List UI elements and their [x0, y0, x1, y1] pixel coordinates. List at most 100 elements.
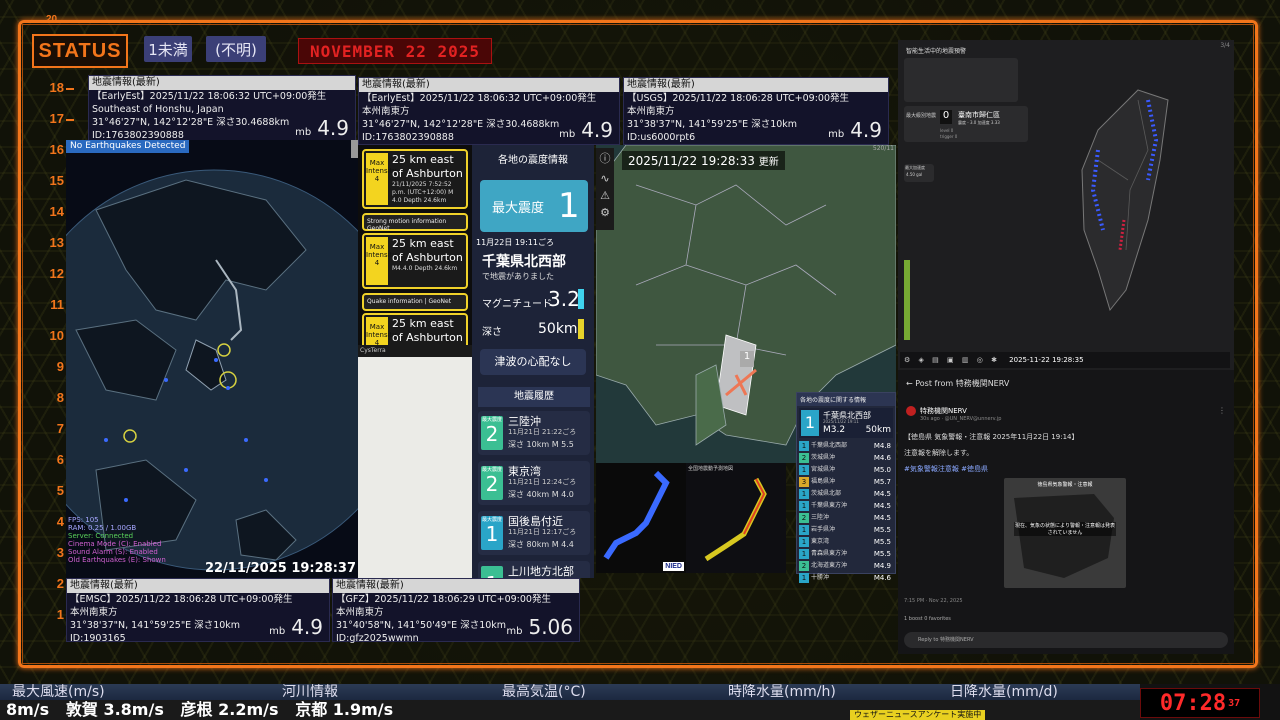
max-intensity-value: 1: [558, 186, 580, 226]
row-magnitude: M4.5: [873, 514, 891, 522]
level-label: 18: [49, 80, 64, 95]
scrollbar-handle[interactable]: [351, 140, 358, 158]
mb-label: mb: [506, 626, 523, 637]
row-intensity: 1: [799, 573, 809, 583]
row-magnitude: M4.9: [873, 562, 891, 570]
level-label: 13: [49, 235, 64, 250]
tw-city: 臺南市歸仁區: [958, 111, 1000, 119]
panel-rows: 1 千葉県北西部 M4.8 2 茨城県沖 M4.6 1 宮城県沖 M5.0 3 福島県沖 M5.7 1 茨…: [797, 440, 895, 584]
quake-meta: M4.4.0 Depth 24.6km: [392, 265, 458, 272]
eq-box-title: 地震情報(最新): [359, 78, 619, 92]
ticker-label: 時降水量(mm/h): [728, 684, 836, 700]
japan-mini-map: NIED: [596, 463, 686, 573]
globe-svg: [66, 169, 358, 571]
post-back[interactable]: ← Post from 特務機関NERV: [906, 378, 1009, 389]
history-intensity: 最大震度 2: [481, 466, 503, 500]
quake-card[interactable]: Max Intensity 4 25 km east of Ashburton M…: [362, 233, 468, 289]
fps-stat: FPS: 105: [68, 516, 99, 524]
row-intensity: 3: [799, 477, 809, 487]
hazard-map: 全国地震動予測地図: [686, 463, 786, 573]
level-label: 3: [56, 545, 64, 560]
post-author[interactable]: 特務機関NERV: [920, 406, 967, 416]
layers-icon[interactable]: ▤: [932, 356, 939, 364]
more-icon[interactable]: ⋮: [1218, 406, 1226, 415]
level-label: 9: [56, 359, 64, 374]
tw-pga-card: 最大加速度 4.50 gal: [904, 164, 934, 182]
eq-magnitude: mb 4.9: [269, 615, 323, 639]
post-tags[interactable]: #気象警報注意報 #徳島県: [904, 464, 988, 474]
level-tick: [66, 119, 74, 121]
card-header: Quake information | GeoNet: [362, 293, 468, 311]
locate-icon[interactable]: ◈: [919, 356, 924, 364]
globe-view[interactable]: No Earthquakes Detected FPS: 105 RAM: 0.…: [66, 140, 358, 578]
quake-card[interactable]: Max Intensity 4 25 km east of Ashburton: [362, 313, 468, 345]
level-label: 15: [49, 173, 64, 188]
quake-row[interactable]: 1 岩手県沖 M5.5: [797, 524, 893, 536]
date-display: NOVEMBER 22 2025: [298, 38, 492, 64]
level-label: 4: [56, 514, 64, 529]
history-item[interactable]: 最大震度 2 東京湾 11月21日 12:24ごろ 深さ 40km M 4.0: [478, 461, 590, 505]
eq-region: 本州南東方: [627, 106, 675, 117]
post-image[interactable]: 徳島県気象警報・注意報 現在、気象の状態により警報・注意報は発表されていません: [1004, 478, 1126, 588]
warning-icon[interactable]: ⚠: [596, 189, 614, 202]
chart-icon[interactable]: ▥: [962, 356, 969, 364]
quake-row[interactable]: 2 茨城県沖 M4.6: [797, 452, 893, 464]
level-top-label: 20: [46, 14, 58, 25]
row-place: 茨城県北部: [811, 490, 842, 497]
quake-row[interactable]: 2 三陸沖 M4.5: [797, 512, 893, 524]
eq-region: 本州南東方: [362, 106, 410, 117]
tw-time: 2025-11-22 19:28:35: [1009, 356, 1084, 364]
map-corner: 520/11: [872, 145, 894, 152]
quake-card[interactable]: Max Intensity 4 25 km east of Ashburton 2…: [362, 149, 468, 209]
history-detail: 深さ 10km M 5.5: [508, 440, 574, 449]
ticker-label: 河川情報: [282, 684, 338, 700]
quake-row[interactable]: 1 茨城県北部 M4.5: [797, 488, 893, 500]
eq-source-line: 【USGS】2025/11/22 18:06:28 UTC+09:00発生: [627, 93, 850, 104]
history-time: 11月21日 12:17ごろ: [508, 528, 577, 536]
row-place: 宮城県沖: [811, 466, 836, 473]
quake-card-text: 25 km east of Ashburton: [392, 317, 464, 345]
tw-level-label: level: [940, 128, 950, 133]
quake-row[interactable]: 1 千葉県北西部 M4.8: [797, 440, 893, 452]
quake-row[interactable]: 1 千葉県東方沖 M4.5: [797, 500, 893, 512]
quake-row[interactable]: 1 東京湾 M5.5: [797, 536, 893, 548]
history-item[interactable]: 最大震度 1 国後島付近 11月21日 12:17ごろ 深さ 80km M 4.4: [478, 511, 590, 555]
level-label: 11: [50, 297, 64, 312]
eq-box-title: 地震情報(最新): [67, 579, 329, 593]
reply-input[interactable]: Reply to 特務機関NERV: [904, 632, 1228, 648]
current-depth: 50km: [865, 425, 891, 435]
avatar[interactable]: [906, 406, 916, 416]
quake-row[interactable]: 1 十勝沖 M4.6: [797, 572, 893, 584]
quake-row[interactable]: 3 福島県沖 M5.7: [797, 476, 893, 488]
intensity-marker: 1: [740, 351, 754, 367]
mb-label: mb: [269, 626, 286, 637]
intensity-header: 各地の震度情報: [498, 155, 568, 166]
eq-region: Southeast of Honshu, Japan: [92, 104, 224, 115]
max-intensity-box: 最大震度 1: [480, 180, 588, 232]
pulse-icon[interactable]: ∿: [596, 172, 614, 185]
intensity-icon: Max Intensity 4: [366, 237, 396, 285]
street-map[interactable]: CysTerra: [358, 345, 472, 578]
depth-value: 50km: [538, 321, 578, 337]
gear-icon[interactable]: ⚙: [596, 206, 614, 219]
map-time-value: 2025/11/22 19:28:33: [628, 154, 755, 168]
depth-label: 深さ: [482, 327, 502, 338]
tw-line: 震度 - 3.0 加速度 3.33: [958, 120, 1000, 125]
history-item[interactable]: 最大震度 2 三陸沖 11月21日 21:22ごろ 深さ 10km M 5.5: [478, 411, 590, 455]
back-arrow-icon[interactable]: ←: [906, 379, 913, 388]
settings-icon[interactable]: ✱: [991, 356, 997, 364]
quake-row[interactable]: 1 青森県東方沖 M5.5: [797, 548, 893, 560]
row-place: 北海道東方沖: [811, 562, 848, 569]
history-detail: 深さ 80km M 4.4: [508, 540, 574, 549]
info-icon[interactable]: ⓘ: [596, 150, 614, 166]
image-icon[interactable]: ▣: [947, 356, 954, 364]
quake-row[interactable]: 2 北海道東方沖 M4.9: [797, 560, 893, 572]
gear-icon[interactable]: ⚙: [904, 356, 910, 364]
taiwan-eew-app: 智能生活中的地震預警 3/4 最大級別地震 0 臺南市歸仁區 震度 - 3.0 …: [898, 40, 1234, 370]
globe-icon[interactable]: ◎: [977, 356, 983, 364]
geonet-list: Max Intensity 4 25 km east of Ashburton 2…: [358, 145, 472, 345]
history-item[interactable]: 1 上川地方北部: [478, 561, 590, 578]
history-intensity: 最大震度 2: [481, 416, 503, 450]
row-place: 千葉県北西部: [811, 442, 848, 449]
quake-row[interactable]: 1 宮城県沖 M5.0: [797, 464, 893, 476]
